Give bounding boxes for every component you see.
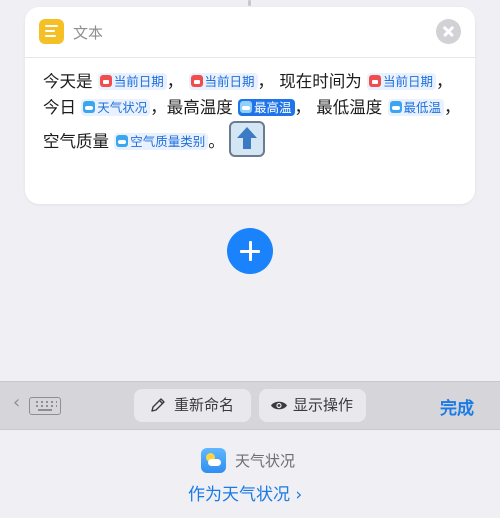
calendar-icon [369,75,382,87]
pencil-icon [151,398,165,412]
as-weather-condition-link[interactable]: 作为天气状况 › [188,480,302,505]
token-label: 空气质量类别 [130,134,206,149]
show-actions-label: 显示操作 [293,396,354,414]
calendar-icon [99,75,112,87]
rename-button[interactable]: 重新命名 [134,389,251,422]
text-segment: ， 最低温度 [294,98,388,117]
weather-icon [116,135,129,147]
text-segment: 。 [208,132,225,151]
token-weather-condition[interactable]: 天气状况 [81,99,151,116]
text-segment: 今天是 [43,72,98,91]
token-label: 天气状况 [97,100,148,115]
token-current-date[interactable]: 当前日期 [97,73,167,90]
token-label: 当前日期 [113,74,164,89]
token-label: 最低温 [403,100,442,115]
text-editor[interactable]: 今天是 当前日期， 当前日期， 现在时间为 当前日期 ，今日 天气状况 ，最高温度 … [43,69,463,157]
weather-icon [389,101,402,113]
token-low-temp[interactable]: 最低温 [387,99,445,116]
keyboard-icon[interactable] [29,397,61,415]
token-label: 当前日期 [383,74,434,89]
show-actions-button[interactable]: 显示操作 [259,389,366,422]
weather-icon [240,101,253,113]
text-segment: ，最高温度 [150,98,239,117]
token-high-temp[interactable]: 最高温 [238,99,295,116]
connector-line [248,0,251,6]
keyboard-toolbar: ‹ 重新命名 显示操作 完成 [0,381,500,430]
text-document-icon [39,19,64,44]
weather-app-icon [201,448,226,473]
token-label: 当前日期 [204,74,255,89]
token-current-date[interactable]: 当前日期 [188,73,258,90]
text-action-card[interactable]: 文本 今天是 当前日期， 当前日期， 现在时间为 当前日期 ，今日 天气状况 ，最高… [25,7,475,204]
text-segment: ， [166,72,189,91]
calendar-icon [190,75,203,87]
card-title: 文本 [73,24,104,42]
card-header: 文本 [25,7,475,58]
up-arrow-icon [228,121,265,157]
eye-icon [271,401,287,410]
add-action-button[interactable] [227,228,273,274]
variable-info-panel: 天气状况 作为天气状况 › [0,430,500,518]
rename-label: 重新命名 [174,396,235,414]
token-air-quality-category[interactable]: 空气质量类别 [114,133,209,150]
variable-source-label: 天气状况 [235,452,296,470]
token-label: 最高温 [254,100,292,115]
text-segment: ， 现在时间为 [257,72,362,91]
chevron-left-icon[interactable]: ‹ [13,392,20,413]
weather-icon [83,101,96,113]
close-icon[interactable] [436,19,461,44]
token-current-date[interactable]: 当前日期 [367,73,437,90]
done-button[interactable]: 完成 [440,394,474,419]
